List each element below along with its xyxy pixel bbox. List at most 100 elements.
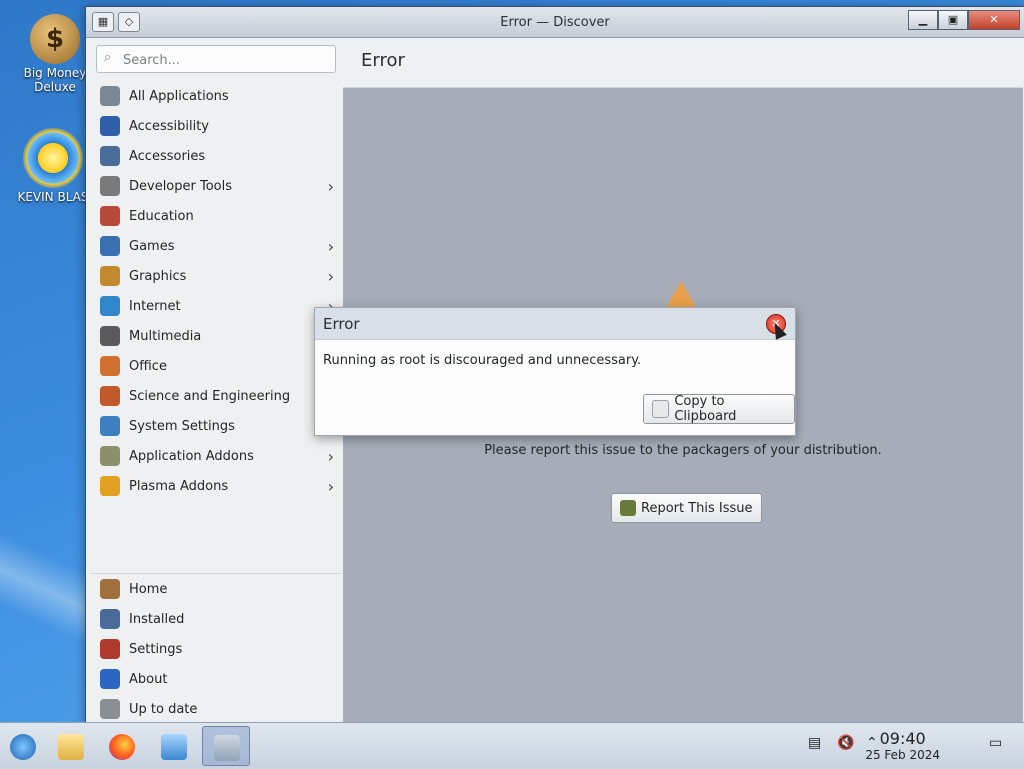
nav-item-label: Up to date: [129, 701, 198, 717]
close-button[interactable]: ✕: [968, 10, 1020, 30]
sidebar-item-label: Accessibility: [129, 118, 209, 134]
sidebar-item-plasma-addons[interactable]: Plasma Addons ›: [90, 471, 342, 501]
folder-icon: [58, 734, 84, 760]
page-header: Error: [343, 41, 1023, 88]
internet-icon: [100, 296, 120, 316]
clock[interactable]: 09:40 25 Feb 2024: [865, 729, 940, 763]
minimize-button[interactable]: ▁: [908, 10, 938, 30]
sidebar-item-label: Office: [129, 358, 167, 374]
sidebar-item-education[interactable]: Education: [90, 201, 342, 231]
nav-item-label: Installed: [129, 611, 185, 627]
clipboard-icon[interactable]: ▤: [808, 735, 821, 751]
sidebar-item-label: Graphics: [129, 268, 187, 284]
chevron-right-icon: ›: [327, 477, 334, 496]
games-icon: [100, 236, 120, 256]
sidebar-item-label: Education: [129, 208, 194, 224]
dialog-title: Error: [323, 315, 360, 333]
system-settings-icon: [100, 416, 120, 436]
settings-icon: [100, 639, 120, 659]
sidebar-item-label: Plasma Addons: [129, 478, 229, 494]
sidebar-item-internet[interactable]: Internet›: [90, 291, 342, 321]
category-list: All Applications Accessibility Accessories…: [90, 81, 342, 501]
grid-icon: [100, 86, 120, 106]
maximize-button[interactable]: ▣: [938, 10, 968, 30]
nav-item-installed[interactable]: Installed: [90, 604, 342, 634]
multimedia-icon: [100, 326, 120, 346]
update-icon: [100, 699, 120, 719]
home-icon: [100, 579, 120, 599]
search-input[interactable]: [121, 49, 330, 71]
error-hint: Please report this issue to the packager…: [484, 443, 882, 458]
show-desktop-icon[interactable]: ▭: [989, 735, 1002, 751]
error-dialog: Error ✕ Running as root is discouraged a…: [314, 307, 796, 436]
plasma-addons-icon: [100, 476, 120, 496]
installed-icon: [100, 609, 120, 629]
sidebar-item-accessories[interactable]: Accessories: [90, 141, 342, 171]
office-icon: [100, 356, 120, 376]
taskbar: ▤ 🔇 ⌃ 09:40 25 Feb 2024 ▭: [0, 722, 1024, 769]
nav-item-about[interactable]: About: [90, 664, 342, 694]
report-issue-label: Report This Issue: [641, 500, 753, 516]
copy-to-clipboard-button[interactable]: Copy to Clipboard: [643, 394, 795, 424]
window-title: Error — Discover: [500, 15, 610, 30]
sidebar-item-label: Multimedia: [129, 328, 202, 344]
copy-to-clipboard-label: Copy to Clipboard: [674, 394, 737, 424]
taskbar-firefox[interactable]: [101, 726, 141, 766]
sidebar-item-science-and-engineering[interactable]: Science and Engineering: [90, 381, 342, 411]
start-menu-button[interactable]: [2, 726, 42, 766]
sun-globe-icon: [23, 128, 83, 188]
window-titlebar[interactable]: ▦ ◇ Error — Discover ▁ ▣ ✕: [86, 7, 1024, 38]
accessories-icon: [100, 146, 120, 166]
sidebar-item-games[interactable]: Games ›: [90, 231, 342, 261]
volume-muted-icon[interactable]: 🔇: [837, 735, 854, 751]
firefox-icon: [109, 734, 135, 760]
nav-item-label: About: [129, 671, 168, 687]
discover-icon: [214, 735, 240, 761]
about-icon: [100, 669, 120, 689]
taskbar-discover[interactable]: [202, 726, 250, 766]
sidebar-item-label: Application Addons: [129, 448, 254, 464]
clock-time: 09:40: [879, 729, 926, 748]
sidebar-item-all-applications[interactable]: All Applications: [90, 81, 342, 111]
sidebar: ⌕ All Applications Accessibility Accessori…: [90, 41, 342, 719]
sidebar-item-label: Internet: [129, 298, 181, 314]
page-title: Error: [361, 50, 405, 71]
start-orb-icon: [10, 734, 36, 760]
sidebar-item-label: Science and Engineering: [129, 388, 291, 404]
sidebar-item-office[interactable]: Office: [90, 351, 342, 381]
sidebar-item-developer-tools[interactable]: Developer Tools ›: [90, 171, 342, 201]
sidebar-item-label: Accessories: [129, 148, 206, 164]
navigation-list: Home Installed Settings About Up to date: [90, 574, 342, 724]
developer-tools-icon: [100, 176, 120, 196]
chevron-right-icon: ›: [327, 237, 334, 256]
sidebar-item-application-addons[interactable]: Application Addons ›: [90, 441, 342, 471]
taskbar-system-settings[interactable]: [153, 726, 193, 766]
nav-item-label: Home: [129, 581, 168, 597]
nav-item-up-to-date[interactable]: Up to date: [90, 694, 342, 724]
search-box[interactable]: ⌕: [96, 45, 336, 73]
chevron-right-icon: ›: [327, 447, 334, 466]
sidebar-item-label: System Settings: [129, 418, 235, 434]
nav-item-settings[interactable]: Settings: [90, 634, 342, 664]
clock-date: 25 Feb 2024: [865, 748, 940, 762]
nav-item-home[interactable]: Home: [90, 574, 342, 604]
chevron-right-icon: ›: [327, 177, 334, 196]
education-icon: [100, 206, 120, 226]
graphics-icon: [100, 266, 120, 286]
sidebar-item-graphics[interactable]: Graphics ›: [90, 261, 342, 291]
sidebar-item-label: Developer Tools: [129, 178, 233, 194]
sidebar-item-system-settings[interactable]: System Settings: [90, 411, 342, 441]
nav-item-label: Settings: [129, 641, 183, 657]
search-icon: ⌕: [104, 50, 112, 65]
copy-icon: [652, 400, 670, 418]
sidebar-item-label: All Applications: [129, 88, 229, 104]
bug-icon: [620, 500, 636, 516]
sidebar-item-accessibility[interactable]: Accessibility: [90, 111, 342, 141]
sidebar-item-multimedia[interactable]: Multimedia: [90, 321, 342, 351]
taskbar-file-manager[interactable]: [50, 726, 90, 766]
accessibility-icon: [100, 116, 120, 136]
report-issue-button[interactable]: Report This Issue: [611, 493, 762, 523]
sidebar-item-label: Games: [129, 238, 175, 254]
desktop-wallpaper-streak: [0, 520, 90, 660]
science-icon: [100, 386, 120, 406]
